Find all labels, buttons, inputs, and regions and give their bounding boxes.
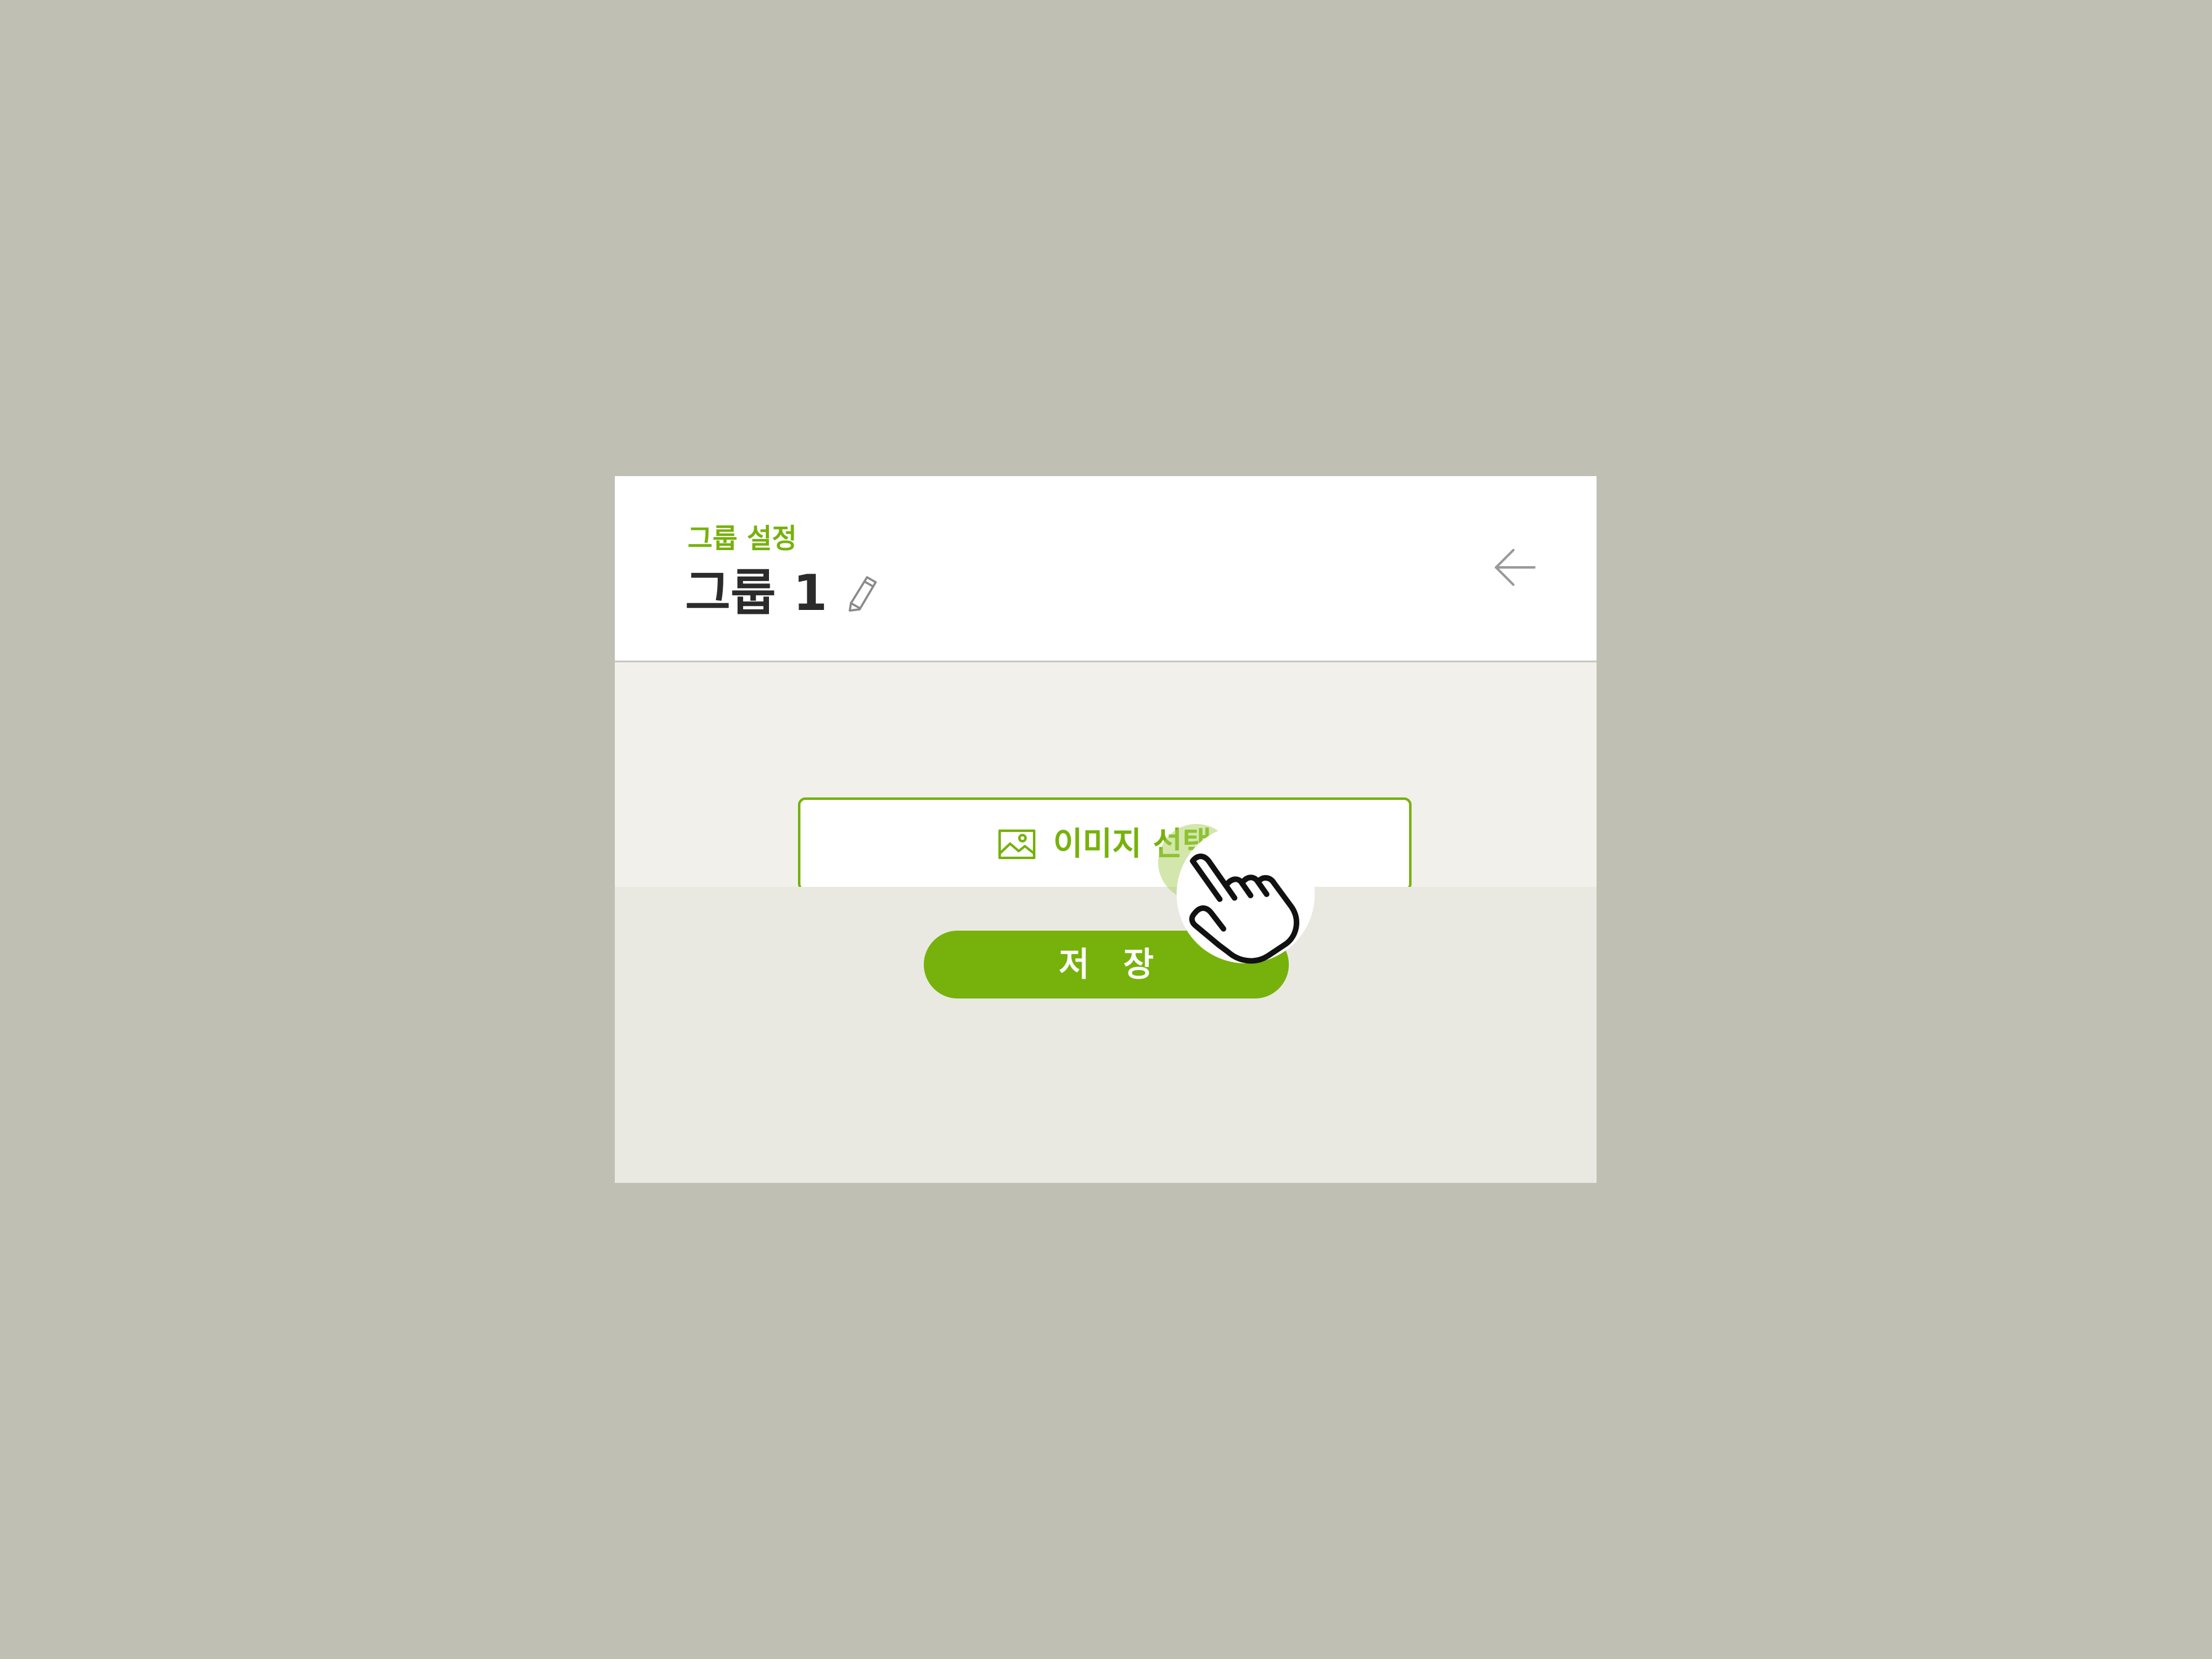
- image-icon: [998, 829, 1036, 860]
- arrow-left-icon: [1494, 548, 1537, 589]
- save-label: 저 장: [1058, 945, 1166, 984]
- title-row: 그룹 1: [685, 562, 879, 624]
- image-selection-area: 이미지 선택: [615, 662, 1597, 891]
- select-image-label: 이미지 선택: [1053, 826, 1212, 863]
- pencil-icon[interactable]: [846, 574, 879, 613]
- panel-footer: 저 장: [615, 887, 1597, 1183]
- section-subtitle: 그룹 설정: [688, 523, 797, 554]
- save-button[interactable]: 저 장: [924, 931, 1289, 998]
- select-image-button[interactable]: 이미지 선택: [798, 797, 1412, 891]
- group-name-title: 그룹 1: [685, 564, 828, 622]
- back-button[interactable]: [1487, 541, 1543, 596]
- group-settings-panel: 그룹 설정 그룹 1 이미지 선택 저 장: [615, 476, 1597, 1183]
- panel-header: 그룹 설정 그룹 1: [615, 476, 1597, 662]
